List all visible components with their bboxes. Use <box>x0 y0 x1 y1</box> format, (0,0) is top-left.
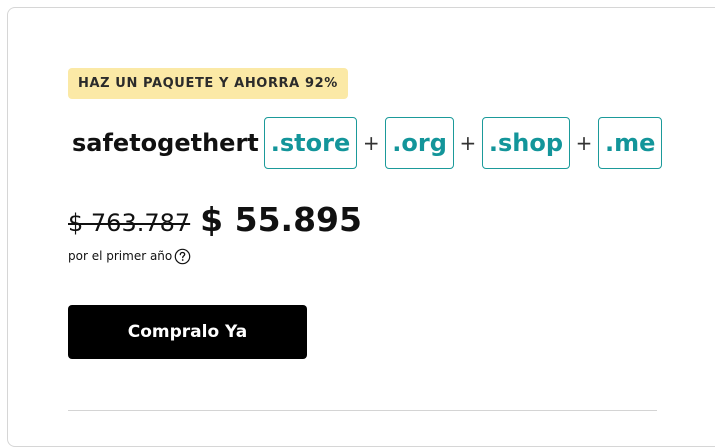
discounted-price: $ 55.895 <box>200 200 362 239</box>
price-period-label: por el primer año <box>68 249 173 263</box>
original-price: $ 763.787 <box>68 209 191 237</box>
price-period-row: por el primer año <box>68 246 191 266</box>
domain-bundle-row: safetogethert .store + .org + .shop + .m… <box>72 117 663 169</box>
tld-me: .me <box>598 117 663 169</box>
domain-name: safetogethert <box>72 129 259 157</box>
plus-sign: + <box>362 131 380 155</box>
question-circle-icon[interactable] <box>174 248 191 265</box>
plus-sign: + <box>459 131 477 155</box>
tld-store: .store <box>263 117 358 169</box>
divider <box>68 410 657 411</box>
savings-badge: HAZ UN PAQUETE Y AHORRA 92% <box>68 68 348 99</box>
price-row: $ 763.787 $ 55.895 <box>68 200 362 242</box>
tld-org: .org <box>385 117 454 169</box>
tld-shop: .shop <box>481 117 571 169</box>
plus-sign: + <box>575 131 593 155</box>
buy-now-button[interactable]: Compralo Ya <box>68 305 307 359</box>
